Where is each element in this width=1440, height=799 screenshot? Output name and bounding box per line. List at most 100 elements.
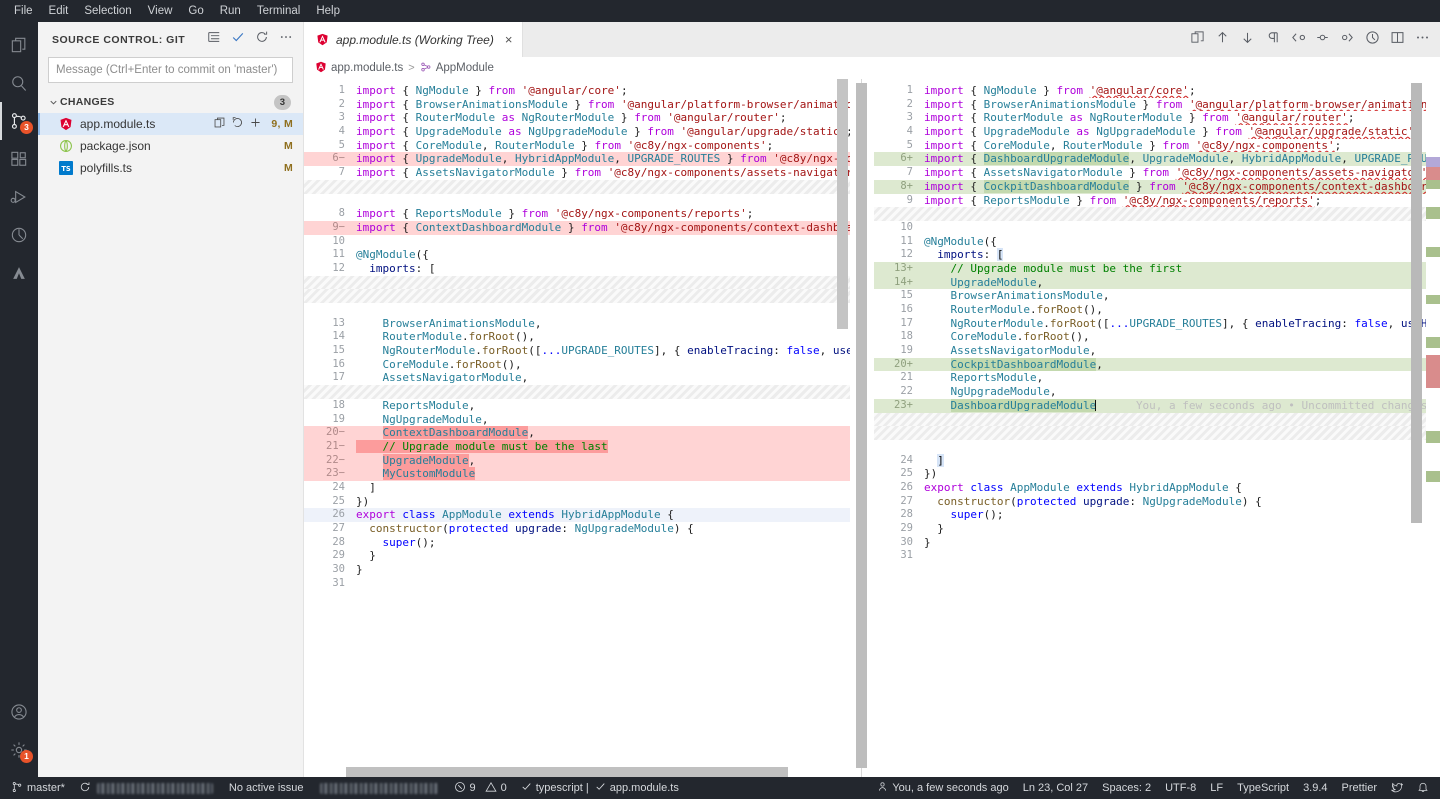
code-line[interactable]: 25}) (874, 467, 1440, 481)
activity-bar-item-source-control[interactable]: 3 (0, 102, 38, 140)
status-sync[interactable] (72, 777, 222, 799)
next-change-button[interactable] (1235, 28, 1259, 52)
code-line-inserted[interactable]: 8+import { CockpitDashboardModule } from… (874, 180, 1440, 194)
status-notifications[interactable] (1410, 777, 1436, 799)
code-line[interactable]: 19 AssetsNavigatorModule, (874, 344, 1440, 358)
activity-bar-item-run-and-debug[interactable] (0, 178, 38, 216)
code-line[interactable]: 9import { ReportsModule } from '@c8y/ngx… (874, 194, 1440, 208)
menu-help[interactable]: Help (308, 1, 348, 21)
revert-selected-ranges-button[interactable] (1335, 28, 1359, 52)
breadcrumb-item-symbol[interactable]: AppModule (420, 61, 494, 76)
menu-go[interactable]: Go (180, 1, 211, 21)
code-line[interactable]: 19 NgUpgradeModule, (304, 413, 850, 427)
list-item-app-module[interactable]: app.module.ts 9, M (38, 113, 303, 135)
code-line-blank[interactable] (874, 440, 1440, 454)
code-line[interactable]: 24 ] (304, 481, 850, 495)
list-item-polyfills[interactable]: TS polyfills.ts M (38, 157, 303, 179)
code-line[interactable]: 29 } (874, 522, 1440, 536)
code-line[interactable]: 7import { AssetsNavigatorModule } from '… (304, 166, 850, 180)
code-line[interactable]: 10 (874, 221, 1440, 235)
code-line[interactable]: 15 BrowserAnimationsModule, (874, 289, 1440, 303)
code-line[interactable]: 5import { CoreModule, RouterModule } fro… (874, 139, 1440, 153)
activity-bar-item-custom-view[interactable] (0, 254, 38, 292)
menu-selection[interactable]: Selection (76, 1, 139, 21)
code-line[interactable]: 27 constructor(protected upgrade: NgUpgr… (874, 495, 1440, 509)
code-line[interactable]: 17 AssetsNavigatorModule, (304, 371, 850, 385)
activity-bar-item-testing[interactable] (0, 216, 38, 254)
code-line[interactable]: 1import { NgModule } from '@angular/core… (874, 84, 1440, 98)
code-line[interactable]: 24 ] (874, 454, 1440, 468)
code-line[interactable]: 11@NgModule({ (304, 248, 850, 262)
status-no-active-issue[interactable]: No active issue (222, 777, 311, 799)
menu-file[interactable]: File (6, 1, 41, 21)
activity-bar-item-manage[interactable]: 1 (0, 731, 38, 769)
code-line[interactable]: 14 RouterModule.forRoot(), (304, 330, 850, 344)
code-line-inserted[interactable]: 14+ UpgradeModule, (874, 276, 1440, 290)
code-line-inserted[interactable]: 13+ // Upgrade module must be the first (874, 262, 1440, 276)
code-line[interactable]: 12 imports: [ (304, 262, 850, 276)
code-line-current[interactable]: 26export class AppModule extends HybridA… (304, 508, 850, 522)
code-line[interactable]: 3import { RouterModule as NgRouterModule… (304, 111, 850, 125)
ignore-trim-whitespace-button[interactable] (1260, 28, 1284, 52)
code-line[interactable]: 18 ReportsModule, (304, 399, 850, 413)
discard-changes-icon[interactable] (231, 116, 244, 132)
list-item-package-json[interactable]: package.json M (38, 135, 303, 157)
code-line[interactable]: 4import { UpgradeModule as NgUpgradeModu… (874, 125, 1440, 139)
code-line[interactable]: 30} (304, 563, 850, 577)
code-line[interactable]: 28 super(); (874, 508, 1440, 522)
status-typescript[interactable]: typescript | app.module.ts (514, 777, 686, 799)
status-problems[interactable]: 9 0 (447, 777, 514, 799)
code-line-deleted[interactable]: 6−import { UpgradeModule, HybridAppModul… (304, 152, 850, 166)
activity-bar-item-extensions[interactable] (0, 140, 38, 178)
code-line-deleted[interactable]: 23− MyCustomModule (304, 467, 850, 481)
code-line[interactable]: 13 BrowserAnimationsModule, (304, 317, 850, 331)
menu-view[interactable]: View (140, 1, 181, 21)
code-line[interactable]: 26export class AppModule extends HybridA… (874, 481, 1440, 495)
code-line[interactable]: 17 NgRouterModule.forRoot([...UPGRADE_RO… (874, 317, 1440, 331)
status-feedback[interactable] (1384, 777, 1410, 799)
stage-changes-icon[interactable] (249, 116, 262, 132)
code-line[interactable]: 31 (874, 549, 1440, 563)
code-line[interactable]: 27 constructor(protected upgrade: NgUpgr… (304, 522, 850, 536)
code-line[interactable]: 18 CoreModule.forRoot(), (874, 330, 1440, 344)
vertical-scrollbar-original[interactable] (837, 79, 848, 329)
code-line[interactable]: 2import { BrowserAnimationsModule } from… (874, 98, 1440, 112)
unstage-selected-ranges-button[interactable] (1310, 28, 1334, 52)
code-line-blank[interactable] (304, 194, 850, 208)
code-line-deleted[interactable]: 9−import { ContextDashboardModule } from… (304, 221, 850, 235)
editor-more-actions-button[interactable] (1410, 28, 1434, 52)
commit-message-input[interactable] (48, 57, 293, 83)
status-indentation[interactable]: Spaces: 2 (1095, 777, 1158, 799)
code-line[interactable]: 16 RouterModule.forRoot(), (874, 303, 1440, 317)
view-as-tree-button[interactable] (203, 29, 225, 51)
activity-bar-item-accounts[interactable] (0, 693, 38, 731)
menu-terminal[interactable]: Terminal (249, 1, 308, 21)
previous-change-button[interactable] (1210, 28, 1234, 52)
code-line[interactable]: 1import { NgModule } from '@angular/core… (304, 84, 850, 98)
activity-bar-item-explorer[interactable] (0, 26, 38, 64)
code-line[interactable]: 15 NgRouterModule.forRoot([...UPGRADE_RO… (304, 344, 850, 358)
code-line[interactable]: 8import { ReportsModule } from '@c8y/ngx… (304, 207, 850, 221)
code-line[interactable]: 5import { CoreModule, RouterModule } fro… (304, 139, 850, 153)
status-redacted-2[interactable] (311, 777, 447, 799)
toggle-blame-button[interactable] (1360, 28, 1384, 52)
vertical-scrollbar-modified[interactable] (1411, 83, 1422, 523)
code-line[interactable]: 7import { AssetsNavigatorModule } from '… (874, 166, 1440, 180)
code-line[interactable]: 11@NgModule({ (874, 235, 1440, 249)
breadcrumb-item-file[interactable]: app.module.ts (315, 61, 403, 76)
code-line[interactable]: 10 (304, 235, 850, 249)
status-formatter[interactable]: Prettier (1335, 777, 1384, 799)
code-line[interactable]: 31 (304, 577, 850, 591)
code-line-deleted[interactable]: 20− ContextDashboardModule, (304, 426, 850, 440)
status-eol[interactable]: LF (1203, 777, 1230, 799)
code-line[interactable]: 30} (874, 536, 1440, 550)
diff-gutter-scrollbar[interactable] (856, 83, 867, 768)
diff-pane-modified[interactable]: 1import { NgModule } from '@angular/core… (874, 79, 1440, 777)
stage-selected-ranges-button[interactable] (1285, 28, 1309, 52)
code-line[interactable]: 28 super(); (304, 536, 850, 550)
menu-edit[interactable]: Edit (41, 1, 77, 21)
split-editor-button[interactable] (1385, 28, 1409, 52)
code-line[interactable]: 16 CoreModule.forRoot(), (304, 358, 850, 372)
diff-pane-original[interactable]: 1import { NgModule } from '@angular/core… (304, 79, 850, 777)
status-blame-info[interactable]: You, a few seconds ago (870, 777, 1015, 799)
